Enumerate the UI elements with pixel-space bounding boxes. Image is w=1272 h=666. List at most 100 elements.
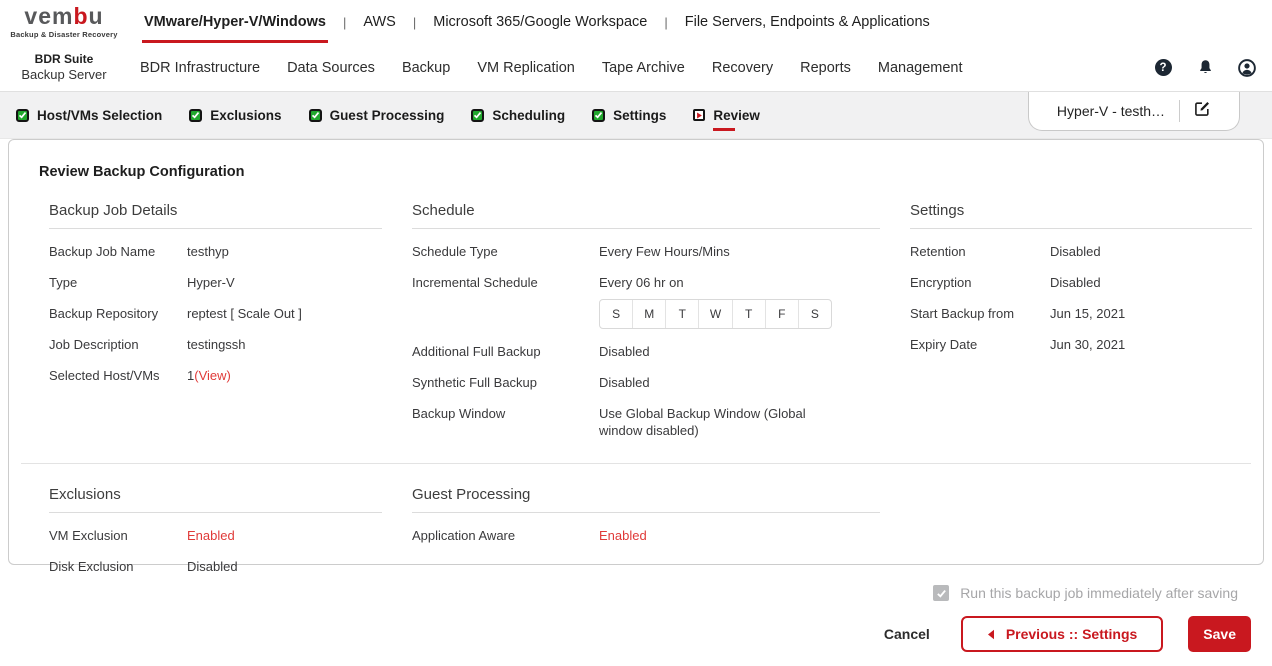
menu-tape-archive[interactable]: Tape Archive xyxy=(602,60,685,76)
product-nav: VMware/Hyper-V/Windows AWS Microsoft 365… xyxy=(142,0,932,44)
check-icon xyxy=(189,108,203,122)
page-title: Review Backup Configuration xyxy=(39,164,245,180)
step-label: Guest Processing xyxy=(329,107,445,123)
section-settings: Settings Retention Disabled Encryption Dis… xyxy=(910,202,1252,439)
vembu-logo[interactable]: vembu Backup & Disaster Recovery xyxy=(0,0,128,44)
day-thursday: T xyxy=(731,300,765,328)
section-exclusions: Exclusions VM Exclusion Enabled Disk Excl… xyxy=(49,486,382,575)
row-start-backup-from: Start Backup from Jun 15, 2021 xyxy=(910,306,1126,321)
run-after-saving-label: Run this backup job immediately after sa… xyxy=(960,585,1238,601)
section-schedule: Schedule Schedule Type Every Few Hours/Mi… xyxy=(412,202,880,439)
menu-recovery[interactable]: Recovery xyxy=(712,60,773,76)
tab-microsoft365-google[interactable]: Microsoft 365/Google Workspace xyxy=(398,0,650,44)
tab-file-servers-endpoints[interactable]: File Servers, Endpoints & Applications xyxy=(649,0,931,44)
job-name-tab[interactable]: Hyper-V - testh… xyxy=(1028,92,1240,131)
tab-aws[interactable]: AWS xyxy=(328,0,398,44)
step-host-vms-selection[interactable]: Host/VMs Selection xyxy=(16,108,162,123)
footer-actions: Cancel Previous :: Settings Save xyxy=(0,616,1251,652)
row-disk-exclusion: Disk Exclusion Disabled xyxy=(49,559,238,574)
top-sections: Backup Job Details Backup Job Name testhy… xyxy=(49,202,1252,439)
section-title: Guest Processing xyxy=(412,486,531,503)
section-rule xyxy=(49,512,382,513)
row-encryption: Encryption Disabled xyxy=(910,275,1101,290)
step-scheduling[interactable]: Scheduling xyxy=(471,108,565,123)
backup-server-label: Backup Server xyxy=(21,66,107,82)
check-icon xyxy=(471,108,485,122)
row-backup-window: Backup Window Use Global Backup Window (G… xyxy=(412,406,806,438)
bdr-suite-badge[interactable]: BDR Suite Backup Server xyxy=(0,52,128,83)
user-account-icon[interactable] xyxy=(1238,58,1256,77)
step-label: Scheduling xyxy=(492,107,566,123)
left-triangle-icon xyxy=(987,629,994,639)
save-button[interactable]: Save xyxy=(1188,616,1251,652)
row-schedule-type: Schedule Type Every Few Hours/Mins xyxy=(412,244,730,259)
previous-settings-button[interactable]: Previous :: Settings xyxy=(960,616,1164,652)
view-link[interactable]: (View) xyxy=(194,368,231,383)
step-review-active[interactable]: Review xyxy=(693,107,760,131)
menu-reports[interactable]: Reports xyxy=(800,60,851,76)
menu-management[interactable]: Management xyxy=(878,60,963,76)
row-vm-exclusion: VM Exclusion Enabled xyxy=(49,528,235,543)
section-title: Backup Job Details xyxy=(49,202,178,219)
tab-vmware-hyperv-windows[interactable]: VMware/Hyper-V/Windows xyxy=(142,0,328,44)
day-saturday: S xyxy=(797,300,831,328)
row-backup-job-name: Backup Job Name testhyp xyxy=(49,244,229,259)
row-retention: Retention Disabled xyxy=(910,244,1101,259)
row-backup-repository: Backup Repository reptest [ Scale Out ] xyxy=(49,306,302,321)
bdr-suite-label: BDR Suite xyxy=(34,51,94,66)
day-monday: M xyxy=(632,300,665,328)
check-icon xyxy=(308,108,322,122)
step-label: Review xyxy=(713,107,760,131)
cancel-button[interactable]: Cancel xyxy=(878,625,936,643)
day-tuesday: T xyxy=(665,300,698,328)
notifications-bell-icon[interactable] xyxy=(1196,59,1214,77)
menu-data-sources[interactable]: Data Sources xyxy=(287,60,375,76)
row-synthetic-full-backup: Synthetic Full Backup Disabled xyxy=(412,375,650,390)
menu-backup[interactable]: Backup xyxy=(402,60,450,76)
menu-bdr-infrastructure[interactable]: BDR Infrastructure xyxy=(140,60,260,76)
empty-column xyxy=(910,486,1252,575)
review-panel: Review Backup Configuration Backup Job D… xyxy=(8,139,1264,574)
bottom-sections: Exclusions VM Exclusion Enabled Disk Excl… xyxy=(49,486,1233,575)
step-label: Host/VMs Selection xyxy=(37,107,163,123)
edit-job-icon[interactable] xyxy=(1194,100,1211,122)
vembu-logo-tagline: Backup & Disaster Recovery xyxy=(10,30,118,39)
section-guest-processing: Guest Processing Application Aware Enable… xyxy=(412,486,880,575)
section-rule xyxy=(49,228,382,229)
row-job-description: Job Description testingssh xyxy=(49,337,246,352)
sub-header: BDR Suite Backup Server BDR Infrastructu… xyxy=(0,44,1272,92)
run-after-saving-checkbox[interactable] xyxy=(933,585,950,601)
section-title: Exclusions xyxy=(49,486,121,503)
play-icon xyxy=(693,109,706,121)
section-rule xyxy=(910,228,1252,229)
check-icon xyxy=(16,108,29,122)
day-sunday: S xyxy=(612,307,621,321)
step-exclusions[interactable]: Exclusions xyxy=(189,107,282,123)
header-icon-group: ? xyxy=(1154,58,1272,77)
day-wednesday: W xyxy=(698,300,731,328)
wizard-step-bar: Host/VMs Selection Exclusions Guest Proc… xyxy=(0,92,1272,139)
weekday-selector: S M T W T F S xyxy=(599,299,832,329)
tab-divider xyxy=(1179,100,1181,122)
section-rule xyxy=(412,228,880,229)
section-title: Schedule xyxy=(412,202,475,219)
main-menu: BDR Infrastructure Data Sources Backup V… xyxy=(140,60,963,76)
section-rule xyxy=(412,512,880,513)
step-guest-processing[interactable]: Guest Processing xyxy=(308,107,445,123)
help-icon[interactable]: ? xyxy=(1154,59,1172,77)
top-header: vembu Backup & Disaster Recovery VMware/… xyxy=(0,0,1272,44)
step-label: Settings xyxy=(613,107,667,123)
section-backup-job-details: Backup Job Details Backup Job Name testhy… xyxy=(49,202,382,439)
row-type: Type Hyper-V xyxy=(49,275,235,290)
vembu-logo-text: vembu xyxy=(24,3,104,29)
step-label: Exclusions xyxy=(210,107,282,123)
job-name-label: Hyper-V - testh… xyxy=(1056,103,1166,119)
menu-vm-replication[interactable]: VM Replication xyxy=(477,60,575,76)
section-divider xyxy=(21,463,1251,464)
row-selected-host-vms: Selected Host/VMs 1(View) xyxy=(49,368,231,383)
day-friday: F xyxy=(764,300,798,328)
step-settings[interactable]: Settings xyxy=(592,108,666,123)
run-after-saving-row: Run this backup job immediately after sa… xyxy=(0,585,1238,601)
row-application-aware: Application Aware Enabled xyxy=(412,528,647,543)
section-title: Settings xyxy=(910,202,965,219)
